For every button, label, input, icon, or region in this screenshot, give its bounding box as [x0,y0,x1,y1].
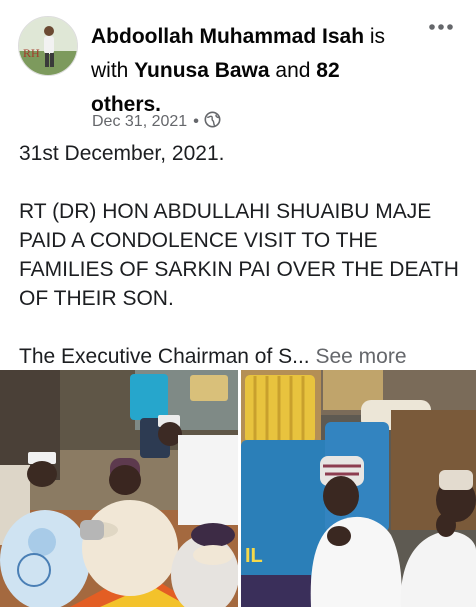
post-header: RH Abdoollah Muhammad Isah is with Yunus… [0,0,476,140]
globe-icon[interactable] [204,111,221,133]
see-more-link[interactable]: See more [315,345,406,368]
avatar[interactable]: RH [18,16,78,76]
drum-text: IL [245,545,263,567]
photo-grid: IL [0,370,476,607]
post-body: 31st December, 2021. RT (DR) HON ABDULLA… [19,139,459,371]
photo-right-image: IL [241,370,476,607]
post-snippet-line: The Executive Chairman of S... See more [19,342,459,371]
avatar-watermark: RH [23,46,40,60]
meta-separator: • [193,113,199,130]
avatar-image: RH [19,17,77,75]
more-dots-icon[interactable] [424,14,460,40]
photo-left-image [0,370,238,607]
author-name[interactable]: Abdoollah Muhammad Isah [91,25,364,48]
photo-right[interactable]: IL [241,370,476,607]
post-headline: RT (DR) HON ABDULLAHI SHUAIBU MAJE PAID … [19,200,459,310]
post-snippet: The Executive Chairman of S... [19,345,310,368]
and-text: and [269,59,317,82]
post-date[interactable]: Dec 31, 2021 [92,113,187,131]
post-date-line: 31st December, 2021. [19,142,225,165]
photo-left[interactable] [0,370,238,607]
tagged-person[interactable]: Yunusa Bawa [134,59,269,82]
post-author-line: Abdoollah Muhammad Isah is with Yunusa B… [91,20,409,122]
post-meta: Dec 31, 2021 • [92,110,221,134]
